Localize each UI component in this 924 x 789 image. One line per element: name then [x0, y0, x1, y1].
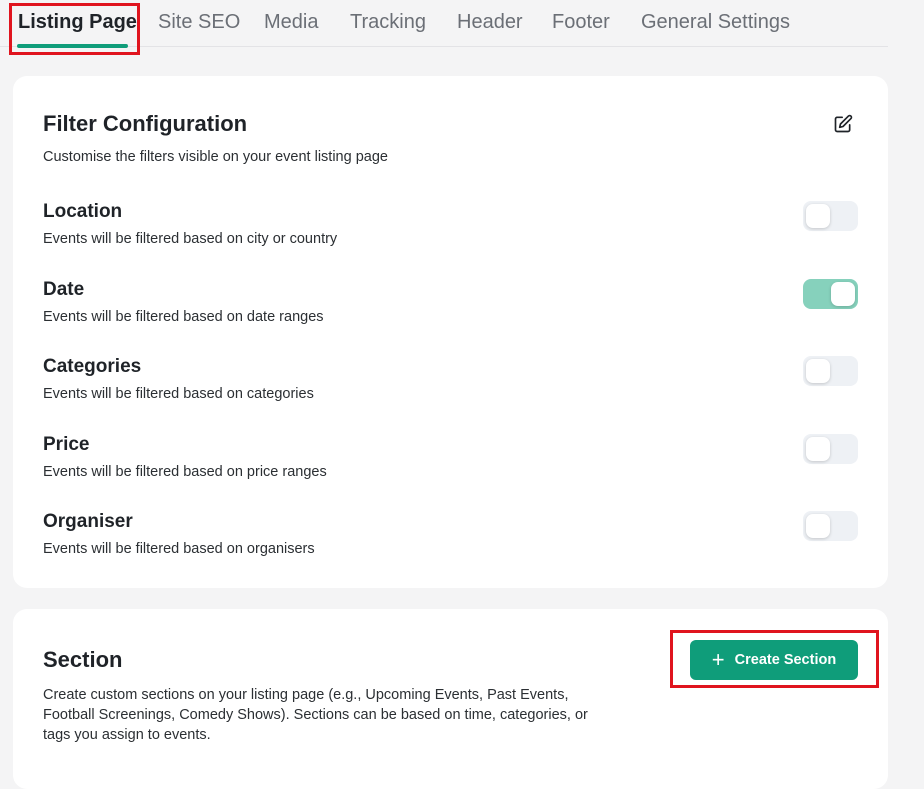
organiser-toggle[interactable]	[803, 511, 858, 541]
tab-media[interactable]: Media	[264, 9, 318, 35]
filter-description: Events will be filtered based on organis…	[43, 541, 315, 557]
toggle-knob	[806, 204, 830, 228]
filter-label: Location	[43, 201, 123, 222]
filter-configuration-card: Filter Configuration Customise the filte…	[13, 76, 888, 588]
tab-header[interactable]: Header	[457, 9, 523, 35]
filter-row-organiser: Organiser Events will be filtered based …	[43, 511, 863, 567]
filter-description: Events will be filtered based on city or…	[43, 231, 338, 247]
filter-configuration-title: Filter Configuration	[43, 111, 248, 136]
section-title: Section	[43, 647, 123, 672]
toggle-knob	[806, 437, 830, 461]
filter-description: Events will be filtered based on categor…	[43, 386, 314, 402]
filter-description: Events will be filtered based on date ra…	[43, 309, 324, 325]
edit-icon[interactable]	[831, 112, 855, 136]
filter-row-date: Date Events will be filtered based on da…	[43, 279, 863, 335]
filter-row-location: Location Events will be filtered based o…	[43, 201, 863, 257]
filter-configuration-subtitle: Customise the filters visible on your ev…	[43, 149, 388, 165]
categories-toggle[interactable]	[803, 356, 858, 386]
tab-footer[interactable]: Footer	[552, 9, 610, 35]
filter-label: Price	[43, 434, 90, 455]
toggle-knob	[806, 514, 830, 538]
tab-general-settings[interactable]: General Settings	[641, 9, 790, 35]
filter-row-categories: Categories Events will be filtered based…	[43, 356, 863, 412]
filter-row-price: Price Events will be filtered based on p…	[43, 434, 863, 490]
highlight-listing-page-tab	[9, 3, 140, 55]
toggle-knob	[831, 282, 855, 306]
date-toggle[interactable]	[803, 279, 858, 309]
tab-site-seo[interactable]: Site SEO	[158, 9, 240, 35]
highlight-create-section-button	[670, 630, 879, 688]
filter-label: Date	[43, 279, 85, 300]
toggle-knob	[806, 359, 830, 383]
tab-tracking[interactable]: Tracking	[350, 9, 426, 35]
filter-description: Events will be filtered based on price r…	[43, 464, 327, 480]
location-toggle[interactable]	[803, 201, 858, 231]
filter-label: Categories	[43, 356, 142, 377]
filter-label: Organiser	[43, 511, 133, 532]
section-description: Create custom sections on your listing p…	[43, 687, 588, 743]
price-toggle[interactable]	[803, 434, 858, 464]
